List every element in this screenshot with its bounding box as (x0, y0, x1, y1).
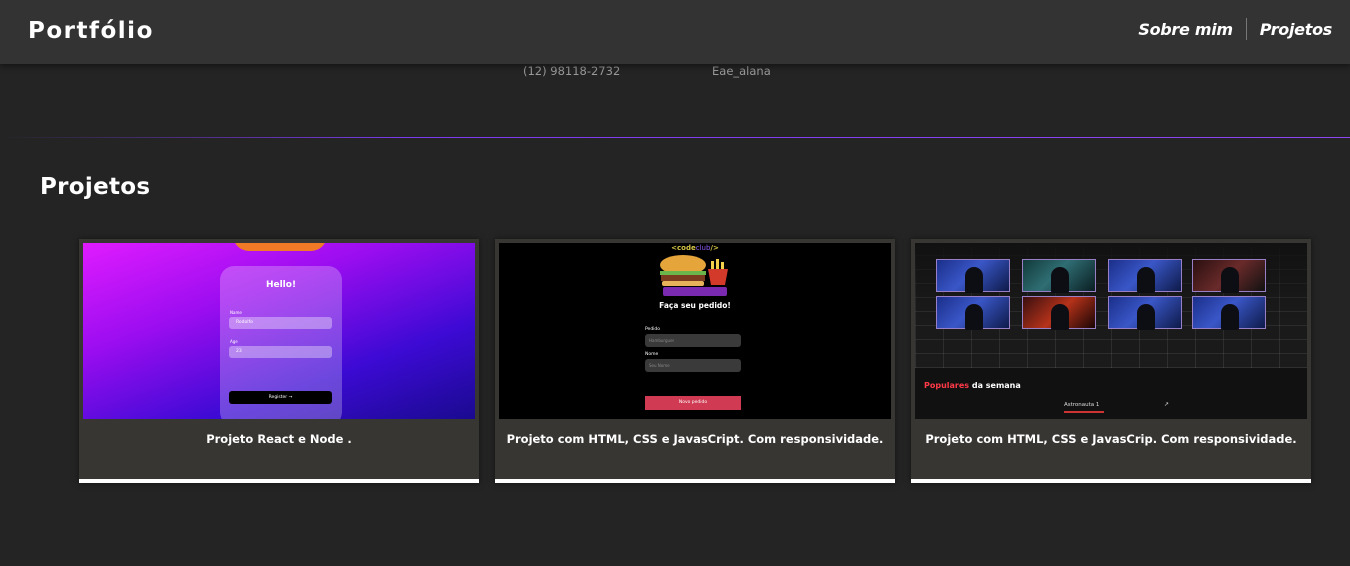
thumbnail-register-label: Register (268, 395, 288, 400)
thumbnail-order-headline: Faça seu pedido! (659, 301, 731, 310)
thumbnail-form-panel: Hello! Name Rodolfo Age 23 Register → (220, 266, 342, 419)
thumbnail-item-title: Astronauta 1 (1064, 402, 1100, 408)
external-link-icon: ↗ (1164, 401, 1170, 408)
project-caption-3: Projeto com HTML, CSS e JavasCrip. Com r… (925, 432, 1297, 446)
astronaut-figure (1051, 304, 1069, 330)
card-bottom-bar (911, 479, 1311, 483)
astronaut-figure (1221, 304, 1239, 330)
astronaut-figure (965, 304, 983, 330)
thumbnail-tile (1022, 296, 1096, 330)
card-bottom-bar (495, 479, 895, 483)
project-thumbnail-react-node[interactable]: Hello! Name Rodolfo Age 23 Register → (83, 243, 475, 419)
contact-phone: (12) 98118-2732 (523, 64, 621, 78)
astronaut-figure (1137, 304, 1155, 330)
thumbnail-new-order-button: Novo pedido (645, 396, 741, 410)
arrow-right-icon: → (288, 395, 293, 400)
projects-section-title: Projetos (40, 174, 151, 200)
contact-handle[interactable]: Eae_alana (712, 64, 771, 78)
project-thumbnail-streaming[interactable]: Populares da semana Astronauta 1 ↗ (915, 243, 1307, 419)
thumbnail-popular-heading: Populares da semana (924, 381, 1021, 390)
thumbnail-input-nome: Seu Nome (645, 359, 741, 372)
thumbnail-tile (1108, 296, 1182, 330)
brand-prefix: <code (671, 244, 696, 252)
thumbnail-input-pedido: Hamburguer (645, 334, 741, 347)
thumbnail-tile (1108, 259, 1182, 293)
thumbnail-tile (1022, 259, 1096, 293)
thumbnail-red-underline (1064, 411, 1104, 413)
astronaut-figure (1051, 267, 1069, 293)
burger-logo-icon (660, 255, 728, 296)
project-card-1[interactable]: Hello! Name Rodolfo Age 23 Register → Pr… (79, 239, 479, 483)
brand-mid: club (695, 244, 711, 252)
popular-rest: da semana (969, 381, 1021, 390)
thumbnail-brand: <codeclub/> (499, 244, 891, 252)
nav-link-sobre-mim[interactable]: Sobre mim (1138, 20, 1233, 39)
brand-suffix: /> (710, 244, 719, 252)
card-bottom-bar (79, 479, 479, 483)
thumbnail-hello-title: Hello! (265, 280, 297, 290)
logo[interactable]: Portfólio (28, 18, 154, 44)
thumbnail-tile (1192, 259, 1266, 293)
project-card-3[interactable]: Populares da semana Astronauta 1 ↗ Proje… (911, 239, 1311, 483)
thumbnail-label-name: Name (230, 310, 242, 315)
thumbnail-tile (1192, 296, 1266, 330)
thumbnail-label-nome: Nome (645, 352, 659, 357)
thumbnail-register-button: Register → (229, 391, 332, 404)
thumbnail-input-name: Rodolfo (229, 317, 332, 329)
thumbnail-input-age: 23 (229, 346, 332, 358)
project-caption-1: Projeto React e Node . (206, 432, 352, 446)
nav-link-projetos[interactable]: Projetos (1260, 20, 1333, 39)
popular-highlight: Populares (924, 381, 970, 390)
section-divider (0, 137, 1350, 138)
astronaut-figure (1221, 267, 1239, 293)
thumbnail-label-pedido: Pedido (645, 327, 661, 332)
top-header: Portfólio Sobre mim Projetos (0, 0, 1350, 64)
thumbnail-tile (936, 259, 1010, 293)
astronaut-figure (965, 267, 983, 293)
project-caption-2: Projeto com HTML, CSS e JavasCript. Com … (506, 432, 884, 446)
astronaut-figure (1137, 267, 1155, 293)
project-card-2[interactable]: <codeclub/> Faça seu pedido! Pedido Hamb… (495, 239, 895, 483)
thumbnail-decoration (233, 243, 327, 251)
project-thumbnail-codeclub-burger[interactable]: <codeclub/> Faça seu pedido! Pedido Hamb… (499, 243, 891, 419)
main-nav: Sobre mim Projetos (1138, 18, 1332, 40)
thumbnail-tile (936, 296, 1010, 330)
thumbnail-label-age: Age (230, 339, 238, 344)
nav-divider (1245, 18, 1247, 40)
